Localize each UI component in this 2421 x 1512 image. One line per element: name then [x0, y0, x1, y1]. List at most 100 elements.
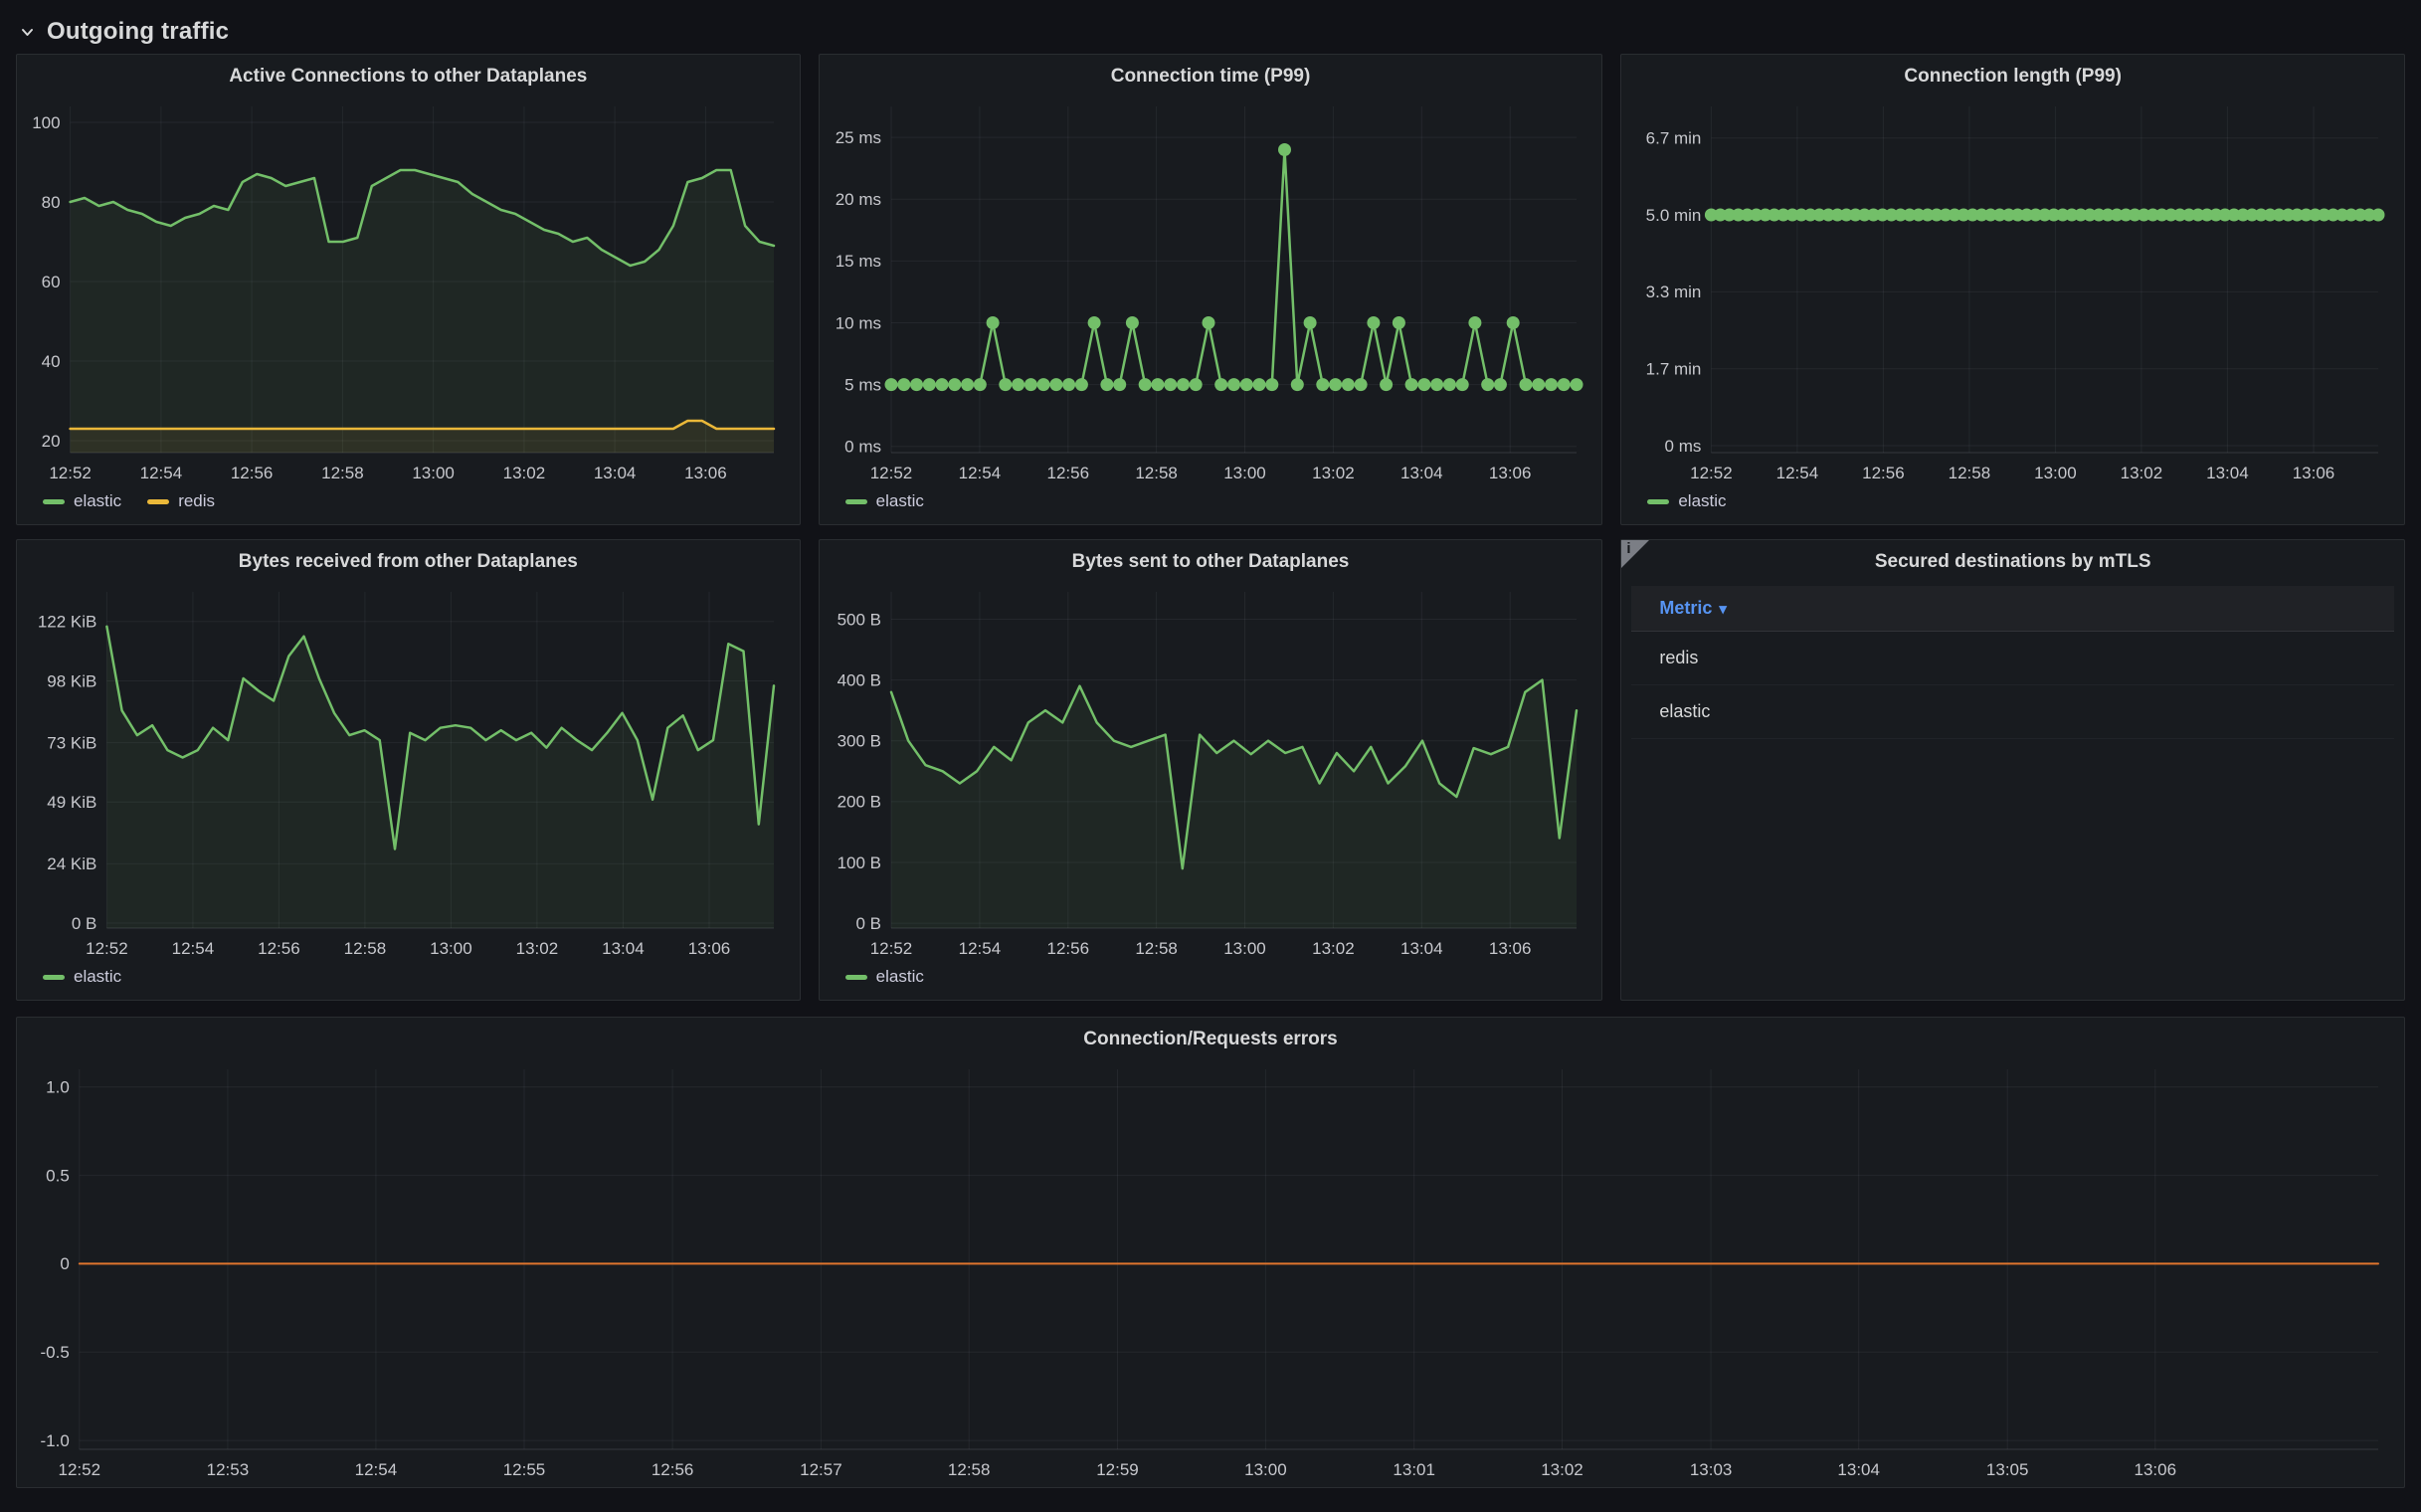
legend-swatch-icon — [147, 499, 169, 504]
table-header-metric[interactable]: Metric ▾ — [1631, 586, 2394, 632]
svg-text:12:58: 12:58 — [1135, 939, 1178, 958]
svg-text:13:06: 13:06 — [1489, 464, 1532, 482]
chart-errors[interactable]: -1.0-0.500.51.012:5212:5312:5412:5512:56… — [27, 1057, 2394, 1481]
svg-text:122 KiB: 122 KiB — [38, 613, 97, 632]
svg-text:13:03: 13:03 — [1690, 1460, 1733, 1479]
panel-connection-time: Connection time (P99) 0 ms5 ms10 ms15 ms… — [819, 54, 1603, 525]
svg-text:12:57: 12:57 — [800, 1460, 842, 1479]
svg-text:12:56: 12:56 — [1862, 464, 1905, 482]
svg-text:0 B: 0 B — [855, 914, 881, 933]
svg-text:13:02: 13:02 — [516, 939, 559, 958]
chart-svg: 0 B 100 B 200 B 300 B 400 B 500 B 12:52 12:54 12… — [830, 580, 1592, 960]
mtls-table: Metric ▾ rediselastic — [1631, 586, 2394, 994]
legend-item-elastic[interactable]: elastic — [845, 491, 924, 511]
legend-item-elastic[interactable]: elastic — [43, 967, 121, 987]
svg-text:12:58: 12:58 — [344, 939, 387, 958]
panel-connection-length: Connection length (P99) 0 ms1.7 min3.3 m… — [1620, 54, 2405, 525]
svg-text:60: 60 — [42, 273, 61, 291]
panel-active-connections: Active Connections to other Dataplanes 2… — [16, 54, 801, 525]
svg-text:-1.0: -1.0 — [41, 1431, 70, 1450]
svg-text:20 ms: 20 ms — [835, 190, 880, 209]
svg-text:13:02: 13:02 — [503, 464, 546, 482]
svg-text:300 B: 300 B — [837, 731, 880, 750]
legend-connection-time: elastic — [830, 484, 1592, 518]
panel-bytes-sent: Bytes sent to other Dataplanes 0 B 100 B 2… — [819, 539, 1603, 1001]
svg-text:12:56: 12:56 — [258, 939, 300, 958]
table-header-label: Metric — [1659, 598, 1712, 619]
svg-text:20: 20 — [42, 432, 61, 451]
svg-text:12:54: 12:54 — [355, 1460, 398, 1479]
svg-text:12:54: 12:54 — [958, 464, 1001, 482]
svg-text:12:56: 12:56 — [231, 464, 274, 482]
grafana-dashboard: Outgoing traffic Active Connections to o… — [0, 0, 2421, 1512]
chart-svg: 0 ms5 ms10 ms15 ms20 ms25 ms12:5212:5412… — [830, 94, 1592, 484]
legend-item-elastic[interactable]: elastic — [43, 491, 121, 511]
panel-title-errors[interactable]: Connection/Requests errors — [27, 1026, 2394, 1057]
legend-bytes-sent: elastic — [830, 960, 1592, 994]
svg-text:13:04: 13:04 — [1837, 1460, 1880, 1479]
legend-active-connections: elastic redis — [27, 484, 790, 518]
panel-title-active-connections[interactable]: Active Connections to other Dataplanes — [27, 63, 790, 94]
chart-connection-time[interactable]: 0 ms5 ms10 ms15 ms20 ms25 ms12:5212:5412… — [830, 94, 1592, 484]
legend-item-elastic[interactable]: elastic — [1647, 491, 1726, 511]
svg-text:12:56: 12:56 — [1046, 464, 1089, 482]
svg-text:15 ms: 15 ms — [835, 252, 880, 271]
svg-text:12:58: 12:58 — [321, 464, 364, 482]
chart-svg: 0 ms1.7 min3.3 min5.0 min6.7 min12:5212:… — [1631, 94, 2394, 484]
svg-text:12:58: 12:58 — [948, 1460, 991, 1479]
svg-text:13:00: 13:00 — [412, 464, 455, 482]
svg-text:200 B: 200 B — [837, 793, 880, 812]
svg-text:13:04: 13:04 — [1400, 464, 1443, 482]
svg-text:12:52: 12:52 — [869, 939, 912, 958]
svg-text:400 B: 400 B — [837, 670, 880, 689]
panel-title-connection-time[interactable]: Connection time (P99) — [830, 63, 1592, 94]
svg-text:73 KiB: 73 KiB — [47, 733, 96, 752]
svg-text:1.0: 1.0 — [46, 1078, 70, 1097]
panel-title-secured-destinations[interactable]: Secured destinations by mTLS — [1631, 548, 2394, 580]
svg-text:12:54: 12:54 — [958, 939, 1001, 958]
legend-swatch-icon — [43, 975, 65, 980]
info-icon: i — [1626, 540, 1630, 557]
chart-svg: 2040608010012:5212:5412:5612:5813:0013:0… — [27, 94, 790, 484]
panel-bytes-received: Bytes received from other Dataplanes 0 B… — [16, 539, 801, 1001]
svg-text:12:55: 12:55 — [503, 1460, 546, 1479]
panel-title-bytes-received[interactable]: Bytes received from other Dataplanes — [27, 548, 790, 580]
legend-item-elastic[interactable]: elastic — [845, 967, 924, 987]
section-header-outgoing-traffic[interactable]: Outgoing traffic — [16, 10, 2405, 54]
svg-text:1.7 min: 1.7 min — [1646, 359, 1702, 378]
chart-active-connections[interactable]: 2040608010012:5212:5412:5612:5813:0013:0… — [27, 94, 790, 484]
chart-connection-length[interactable]: 0 ms1.7 min3.3 min5.0 min6.7 min12:5212:… — [1631, 94, 2394, 484]
svg-text:40: 40 — [42, 352, 61, 371]
panel-info-corner[interactable]: i — [1621, 540, 1649, 568]
svg-text:13:00: 13:00 — [1223, 464, 1266, 482]
panel-title-bytes-sent[interactable]: Bytes sent to other Dataplanes — [830, 548, 1592, 580]
svg-text:0: 0 — [60, 1254, 69, 1273]
svg-text:5 ms: 5 ms — [844, 375, 881, 394]
svg-text:13:06: 13:06 — [688, 939, 731, 958]
legend-swatch-icon — [43, 499, 65, 504]
chart-bytes-received[interactable]: 0 B24 KiB49 KiB73 KiB98 KiB122 KiB12:521… — [27, 580, 790, 960]
svg-text:13:05: 13:05 — [1986, 1460, 2029, 1479]
svg-text:13:06: 13:06 — [2293, 464, 2335, 482]
chart-svg: 0 B24 KiB49 KiB73 KiB98 KiB122 KiB12:521… — [27, 580, 790, 960]
svg-text:12:54: 12:54 — [140, 464, 183, 482]
svg-text:0.5: 0.5 — [46, 1166, 70, 1185]
section-title: Outgoing traffic — [47, 18, 229, 46]
svg-text:13:00: 13:00 — [2034, 464, 2077, 482]
svg-text:12:52: 12:52 — [869, 464, 912, 482]
table-row-redis: redis — [1631, 632, 2394, 685]
panel-row-3: Connection/Requests errors -1.0-0.500.51… — [16, 1017, 2405, 1488]
svg-text:12:56: 12:56 — [1046, 939, 1089, 958]
svg-text:12:52: 12:52 — [86, 939, 128, 958]
chart-bytes-sent[interactable]: 0 B 100 B 200 B 300 B 400 B 500 B 12:52 12:54 12… — [830, 580, 1592, 960]
svg-text:100 B: 100 B — [837, 853, 880, 872]
svg-text:12:52: 12:52 — [1690, 464, 1733, 482]
svg-text:13:06: 13:06 — [2135, 1460, 2177, 1479]
panel-title-connection-length[interactable]: Connection length (P99) — [1631, 63, 2394, 94]
caret-down-icon: ▾ — [1719, 600, 1727, 618]
svg-text:100: 100 — [32, 113, 60, 132]
svg-text:0 ms: 0 ms — [844, 438, 881, 457]
svg-text:500 B: 500 B — [837, 610, 880, 629]
legend-item-redis[interactable]: redis — [147, 491, 215, 511]
svg-text:49 KiB: 49 KiB — [47, 793, 96, 812]
